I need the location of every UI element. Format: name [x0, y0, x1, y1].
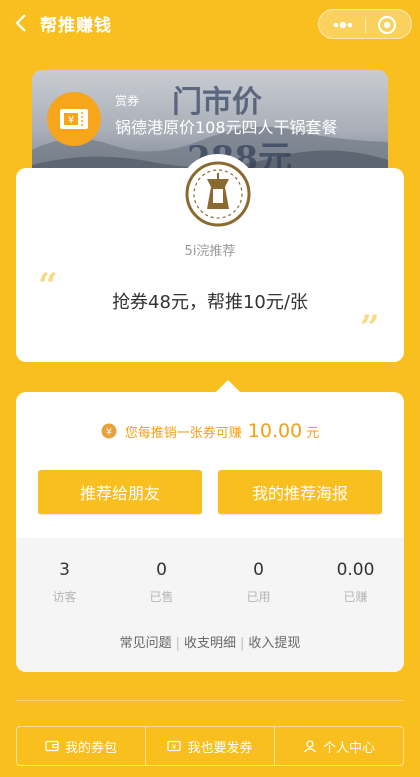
- link-divider: |: [175, 636, 180, 651]
- coupon-name: 锅德港原价108元四人干锅套餐: [115, 118, 338, 137]
- quote-close-icon: ”: [360, 308, 380, 348]
- coin-icon: ¥: [101, 423, 117, 439]
- svg-text:¥: ¥: [172, 743, 177, 751]
- capsule-divider: [365, 17, 366, 33]
- stat-used: 0 已用: [210, 560, 307, 605]
- shop-logo: [178, 154, 258, 234]
- stat-label: 已售: [149, 590, 174, 604]
- stat-value: 3: [59, 560, 70, 580]
- nav-bar: 帮推赚钱: [0, 0, 420, 46]
- tabbar-divider: [16, 700, 404, 701]
- stat-label: 访客: [52, 590, 77, 604]
- income-detail-link[interactable]: 收支明细: [184, 636, 236, 651]
- ticket-icon: ¥: [47, 92, 101, 146]
- earn-text: 您每推销一张券可赚: [124, 425, 242, 441]
- faq-link[interactable]: 常见问题: [120, 636, 172, 651]
- earn-row: ¥ 您每推销一张券可赚 10.00 元: [16, 416, 404, 446]
- stat-label: 已赚: [343, 590, 368, 604]
- stat-label: 已用: [246, 590, 271, 604]
- chevron-left-icon[interactable]: [12, 12, 30, 34]
- svg-text:¥: ¥: [68, 115, 74, 126]
- menu-capsule: [318, 9, 412, 39]
- share-to-friend-button[interactable]: 推荐给朋友: [38, 470, 202, 514]
- tab-issue-coupon[interactable]: ¥ 我也要发券: [145, 727, 274, 765]
- recommend-card: 5i浣推荐 “ 抢券48元，帮推10元/张 ”: [16, 154, 404, 362]
- stat-value: 0.00: [336, 560, 375, 580]
- promo-text: 抢券48元，帮推10元/张: [112, 292, 308, 313]
- stat-value: 0: [156, 560, 167, 580]
- bottom-tabbar: 我的券包 ¥ 我也要发券 个人中心: [16, 726, 404, 766]
- tab-label: 我的券包: [64, 740, 117, 756]
- stat-earned: 0.00 已赚: [307, 560, 404, 605]
- card-pointer: [216, 380, 240, 392]
- shop-name: 5i浣推荐: [184, 244, 236, 259]
- tab-label: 我也要发券: [187, 740, 253, 756]
- earn-card: ¥ 您每推销一张券可赚 10.00 元 推荐给朋友 我的推荐海报 3 访客 0 …: [16, 380, 404, 672]
- coupon-icon: ¥: [167, 740, 182, 752]
- earn-unit: 元: [306, 425, 320, 441]
- my-poster-button[interactable]: 我的推荐海报: [218, 470, 382, 514]
- coupon-tag: 赏券: [115, 94, 140, 108]
- person-icon: [303, 740, 316, 753]
- stat-sold: 0 已售: [113, 560, 210, 605]
- stat-value: 0: [253, 560, 264, 580]
- link-divider: |: [240, 636, 245, 651]
- help-links: 常见问题 | 收支明细 | 收入提现: [16, 632, 404, 651]
- stat-visitors: 3 访客: [16, 560, 113, 605]
- tab-profile[interactable]: 个人中心: [274, 727, 403, 765]
- tab-my-coupons[interactable]: 我的券包: [17, 727, 145, 765]
- wallet-icon: [45, 740, 59, 752]
- page-title: 帮推赚钱: [40, 16, 112, 36]
- tab-label: 个人中心: [322, 740, 375, 756]
- more-dots-icon[interactable]: [329, 15, 357, 35]
- target-icon[interactable]: [376, 14, 398, 36]
- stats-panel: 3 访客 0 已售 0 已用 0.00 已赚 常见问题 | 收支明细 | 收入提现: [16, 538, 404, 672]
- earn-amount: 10.00: [247, 420, 303, 442]
- withdraw-link[interactable]: 收入提现: [248, 636, 300, 651]
- svg-text:¥: ¥: [106, 428, 112, 438]
